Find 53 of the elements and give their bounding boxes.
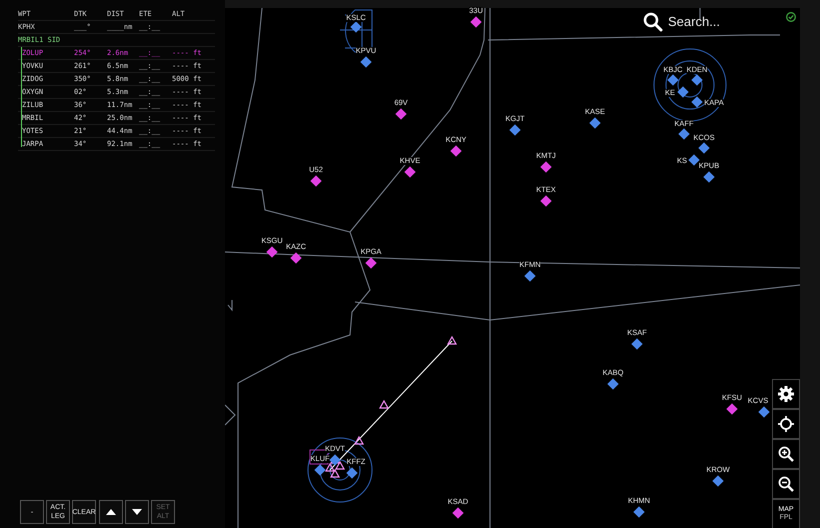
waypoint-triangle-icon <box>378 400 390 409</box>
airport-icon[interactable] <box>346 467 358 479</box>
move-down-button[interactable] <box>125 500 149 524</box>
airport-icon[interactable] <box>450 145 462 157</box>
airport-icon[interactable] <box>677 86 689 98</box>
airport-icon[interactable] <box>365 257 377 269</box>
airport-icon[interactable] <box>314 464 326 476</box>
airport-icon[interactable] <box>540 161 552 173</box>
airport-icon[interactable] <box>703 171 715 183</box>
airport-icon[interactable] <box>266 246 278 258</box>
airport-icon[interactable] <box>691 74 703 86</box>
waypoint-triangle-icon <box>446 336 458 345</box>
zoom-out-icon <box>778 476 794 492</box>
airport-icon[interactable] <box>667 74 679 86</box>
search-icon <box>643 12 663 32</box>
zoom-in-icon <box>778 446 794 462</box>
airport-icon[interactable] <box>395 108 407 120</box>
recenter-button[interactable] <box>772 409 800 439</box>
airport-icon[interactable] <box>712 475 724 487</box>
settings-icon <box>778 386 794 402</box>
up-triangle-icon <box>106 509 116 515</box>
crosshair-icon <box>778 416 794 432</box>
airport-icon[interactable] <box>758 406 770 418</box>
airport-icon[interactable] <box>678 128 690 140</box>
search-field[interactable]: Search... <box>668 12 758 32</box>
airport-icon[interactable] <box>633 506 645 518</box>
airport-icon[interactable] <box>691 96 703 108</box>
airport-icon[interactable] <box>310 175 322 187</box>
airport-icon[interactable] <box>589 117 601 129</box>
settings-button[interactable] <box>772 379 800 409</box>
airport-icon[interactable] <box>524 270 536 282</box>
waypoint-triangle-icon <box>334 460 346 470</box>
down-triangle-icon <box>132 509 142 515</box>
airport-icon[interactable] <box>509 124 521 136</box>
airport-icon[interactable] <box>404 166 416 178</box>
airport-icon[interactable] <box>540 195 552 207</box>
airspace-ring-drawing <box>308 438 372 502</box>
waypoint-triangle-icon <box>324 462 336 472</box>
airport-icon[interactable] <box>452 507 464 519</box>
zoom-in-button[interactable] <box>772 439 800 469</box>
airport-icon[interactable] <box>698 142 710 154</box>
waypoint-triangle-icon <box>330 468 340 478</box>
airport-icon[interactable] <box>290 252 302 264</box>
waypoint-triangle-icon <box>354 436 364 445</box>
check-icon <box>786 12 796 22</box>
airport-icon[interactable] <box>360 56 372 68</box>
airport-icon[interactable] <box>607 378 619 390</box>
airport-icon[interactable] <box>726 403 738 415</box>
airport-icon[interactable] <box>470 16 482 28</box>
move-up-button[interactable] <box>99 500 123 524</box>
airport-icon[interactable] <box>688 154 700 166</box>
airport-icon[interactable] <box>631 338 643 350</box>
zoom-out-button[interactable] <box>772 469 800 499</box>
